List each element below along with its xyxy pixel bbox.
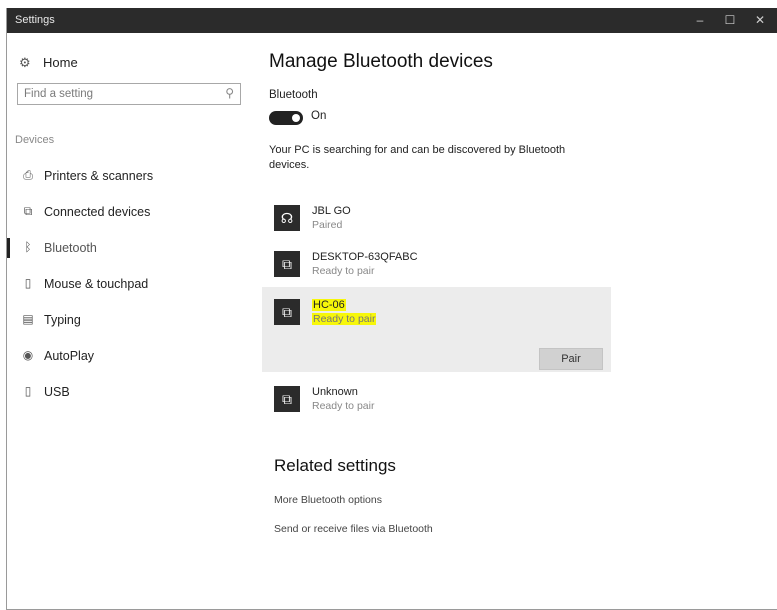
sidebar-item-label: Printers & scanners	[44, 169, 154, 183]
toggle-knob	[292, 114, 300, 122]
sidebar-item-label: Connected devices	[44, 205, 151, 219]
sidebar-item-label: Bluetooth	[44, 241, 97, 255]
active-indicator	[7, 238, 10, 258]
sidebar-item-mouse[interactable]: ▯ Mouse & touchpad	[7, 271, 252, 301]
sidebar: ⚙ Home Find a setting ⚲ Devices ⎙ Printer…	[7, 33, 252, 610]
computer-icon: ⧉	[274, 251, 300, 277]
main-content: Manage Bluetooth devices Bluetooth On Yo…	[262, 33, 769, 610]
search-input[interactable]: Find a setting ⚲	[17, 83, 241, 105]
mouse-icon: ▯	[24, 276, 32, 290]
settings-window: Settings – ☐ ✕ ⚙ Home Find a setting ⚲ De…	[6, 8, 777, 610]
device-name: DESKTOP-63QFABC	[312, 251, 418, 263]
sidebar-item-label: USB	[44, 385, 70, 399]
nav-home-label: Home	[43, 55, 78, 70]
title-bar[interactable]: Settings – ☐ ✕	[7, 8, 777, 33]
sidebar-item-bluetooth[interactable]: ᛒ Bluetooth	[7, 235, 252, 265]
device-state: Ready to pair	[312, 313, 377, 325]
sidebar-item-label: AutoPlay	[44, 349, 95, 363]
computer-icon: ⧉	[274, 386, 300, 412]
search-placeholder: Find a setting	[24, 88, 94, 100]
related-settings-title: Related settings	[274, 456, 396, 475]
device-item-jbl-go[interactable]: ☊ JBL GO Paired	[269, 205, 614, 245]
sidebar-item-usb[interactable]: ▯ USB	[7, 379, 252, 409]
sidebar-item-connected-devices[interactable]: ⧉ Connected devices	[7, 199, 252, 229]
more-bluetooth-options-link[interactable]: More Bluetooth options	[274, 494, 382, 506]
device-item-hc-06[interactable]: ⧉ HC-06 Ready to pair Pair	[262, 287, 611, 372]
bluetooth-icon: ᛒ	[24, 240, 32, 254]
sidebar-item-printers[interactable]: ⎙ Printers & scanners	[7, 163, 252, 193]
send-receive-files-link[interactable]: Send or receive files via Bluetooth	[274, 523, 433, 535]
sidebar-item-typing[interactable]: ▤ Typing	[7, 307, 252, 337]
bluetooth-label: Bluetooth	[269, 89, 318, 101]
sidebar-item-autoplay[interactable]: ◉ AutoPlay	[7, 343, 252, 373]
printer-icon: ⎙	[23, 168, 33, 182]
close-button[interactable]: ✕	[746, 8, 774, 33]
page-title: Manage Bluetooth devices	[269, 51, 493, 72]
group-label-devices: Devices	[15, 134, 55, 146]
autoplay-icon: ◉	[22, 348, 34, 362]
device-item-desktop[interactable]: ⧉ DESKTOP-63QFABC Ready to pair	[269, 251, 614, 291]
window-title: Settings	[15, 14, 55, 26]
device-state: Ready to pair	[312, 265, 375, 277]
toggle-state-label: On	[311, 110, 327, 122]
device-item-unknown[interactable]: ⧉ Unknown Ready to pair	[269, 386, 614, 426]
computer-icon: ⧉	[274, 299, 300, 325]
device-name: HC-06	[312, 299, 346, 311]
sidebar-item-label: Typing	[44, 313, 81, 327]
pair-button[interactable]: Pair	[539, 348, 603, 370]
device-name: Unknown	[312, 386, 358, 398]
gear-icon: ⚙	[19, 55, 31, 70]
minimize-button[interactable]: –	[686, 8, 714, 33]
nav-home[interactable]: ⚙ Home	[19, 55, 78, 71]
keyboard-icon: ▤	[22, 312, 34, 326]
headphones-icon: ☊	[274, 205, 300, 231]
device-state: Ready to pair	[312, 400, 375, 412]
sidebar-item-label: Mouse & touchpad	[44, 277, 149, 291]
device-state: Paired	[312, 219, 343, 231]
devices-icon: ⧉	[23, 204, 33, 218]
maximize-button[interactable]: ☐	[716, 8, 744, 33]
discovery-status-text: Your PC is searching for and can be disc…	[269, 144, 566, 171]
search-icon: ⚲	[225, 86, 234, 100]
device-name: JBL GO	[312, 205, 351, 217]
usb-icon: ▯	[24, 384, 32, 398]
bluetooth-toggle[interactable]	[269, 111, 303, 125]
